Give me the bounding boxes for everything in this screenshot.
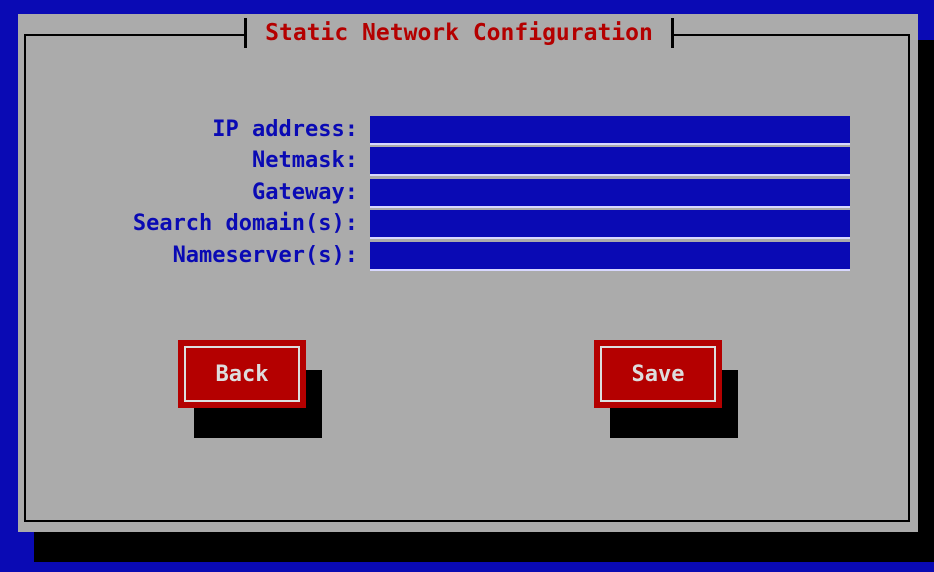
- ip-address-label: IP address:: [212, 117, 358, 142]
- save-button[interactable]: Save: [594, 340, 722, 408]
- search-domain-row: Search domain(s):: [18, 208, 918, 240]
- save-button-face: Save: [600, 346, 716, 402]
- netmask-input[interactable]: [370, 147, 850, 176]
- search-domain-label: Search domain(s):: [132, 211, 358, 236]
- netmask-label: Netmask:: [252, 148, 358, 173]
- back-button-label: Back: [215, 361, 269, 387]
- dialog-frame: [24, 34, 910, 522]
- gateway-row: Gateway:: [18, 177, 918, 209]
- gateway-label: Gateway:: [252, 180, 358, 205]
- gateway-input[interactable]: [370, 179, 850, 208]
- dialog-title: Static Network Configuration: [244, 18, 674, 48]
- back-button-face: Back: [184, 346, 300, 402]
- ip-address-input[interactable]: [370, 116, 850, 145]
- network-config-dialog: Static Network Configuration IP address:…: [18, 14, 918, 532]
- search-domain-input[interactable]: [370, 210, 850, 239]
- back-button[interactable]: Back: [178, 340, 306, 408]
- nameserver-row: Nameserver(s):: [18, 240, 918, 272]
- netmask-row: Netmask:: [18, 145, 918, 177]
- nameserver-input[interactable]: [370, 242, 850, 271]
- ip-address-row: IP address:: [18, 114, 918, 146]
- nameserver-label: Nameserver(s):: [172, 243, 358, 268]
- save-button-label: Save: [631, 361, 685, 387]
